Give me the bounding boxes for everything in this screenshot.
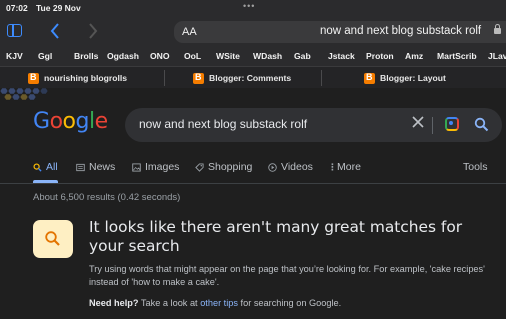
- address-url-text[interactable]: now and next blog substack rolf: [320, 25, 481, 37]
- google-logo-letter: o: [62, 109, 76, 134]
- help-pre: Take a look at: [140, 298, 198, 308]
- tools-label: Tools: [463, 161, 488, 173]
- nav-divider: [0, 183, 506, 184]
- tab-more-label: More: [337, 161, 361, 173]
- google-logo[interactable]: Google: [33, 111, 108, 133]
- bookmarks-bar: KJV Ggl Brolls Ogdash ONO OoL WSite WDas…: [0, 46, 506, 66]
- forward-button[interactable]: [88, 23, 98, 43]
- chevron-right-icon: [89, 23, 98, 39]
- bookmark-item[interactable]: Ogdash: [107, 51, 139, 61]
- bookmark-item[interactable]: Ggl: [38, 51, 52, 61]
- search-box[interactable]: now and next blog substack rolf: [125, 108, 502, 142]
- multitasking-dots[interactable]: •••: [243, 1, 255, 11]
- tools-button[interactable]: Tools: [463, 161, 488, 173]
- tab-label: nourishing blogrolls: [44, 73, 128, 83]
- search-icon: [33, 162, 42, 172]
- search-divider: [432, 117, 433, 134]
- results-count: About 6,500 results (0.42 seconds): [33, 192, 181, 203]
- search-icon[interactable]: [474, 117, 489, 132]
- tab-news-label: News: [89, 161, 116, 173]
- tab-nourishing-blogrolls[interactable]: nourishing blogrolls: [28, 67, 127, 89]
- blogger-icon: [193, 72, 204, 84]
- blogger-icon: [28, 72, 39, 84]
- status-time: 07:02: [6, 3, 28, 13]
- bookmark-item[interactable]: KJV: [6, 51, 23, 61]
- bookmark-item[interactable]: MartScrib: [437, 51, 477, 61]
- tab-divider: [321, 70, 322, 86]
- bookmark-item[interactable]: JLav: [488, 51, 506, 61]
- search-input[interactable]: now and next blog substack rolf: [139, 117, 307, 131]
- more-vertical-icon: ⋮: [328, 161, 337, 172]
- google-logo-letter: G: [33, 109, 50, 134]
- status-bar: 07:02 Tue 29 Nov •••: [0, 0, 506, 16]
- tab-label: Blogger: Comments: [209, 73, 292, 83]
- tab-more[interactable]: ⋮ More: [328, 161, 361, 173]
- notice-search-icon: [33, 220, 73, 258]
- bookmark-item[interactable]: Proton: [366, 51, 394, 61]
- bookmark-item[interactable]: Jstack: [328, 51, 355, 61]
- tab-bar: nourishing blogrolls Blogger: Comments B…: [0, 66, 506, 88]
- help-text: Need help? Take a look at other tips for…: [89, 298, 341, 308]
- tab-blogger-layout[interactable]: Blogger: Layout: [364, 67, 446, 89]
- address-bar[interactable]: AA now and next blog substack rolf: [174, 21, 506, 43]
- other-tips-link[interactable]: other tips: [200, 298, 238, 308]
- search-icon: [45, 231, 60, 246]
- tab-all[interactable]: All: [33, 161, 58, 173]
- google-logo-letter: o: [49, 109, 63, 134]
- bookmark-item[interactable]: WSite: [216, 51, 240, 61]
- google-results-page: Google now and next blog substack rolf A…: [0, 88, 506, 319]
- bookmark-item[interactable]: ONO: [150, 51, 170, 61]
- tab-divider: [164, 70, 165, 86]
- reader-button[interactable]: AA: [182, 26, 197, 38]
- tab-news[interactable]: News: [76, 161, 115, 173]
- tab-videos-label: Videos: [281, 161, 313, 173]
- help-label: Need help?: [89, 298, 139, 308]
- bookmark-item[interactable]: Gab: [294, 51, 311, 61]
- tab-all-label: All: [46, 161, 58, 173]
- bookmark-item[interactable]: Amz: [405, 51, 423, 61]
- browser-toolbar: AA now and next blog substack rolf: [0, 16, 506, 46]
- notice-body: Try using words that might appear on the…: [89, 264, 485, 287]
- google-lens-icon[interactable]: [445, 117, 459, 131]
- close-icon: [412, 116, 424, 128]
- tab-shopping[interactable]: Shopping: [195, 161, 252, 173]
- search-type-tabs: All News Images Shopping Videos ⋮ More T…: [0, 158, 506, 184]
- status-date: Tue 29 Nov: [36, 3, 81, 13]
- clear-search-button[interactable]: [412, 114, 424, 132]
- play-icon: [268, 162, 277, 172]
- tab-label: Blogger: Layout: [380, 73, 446, 83]
- image-icon: [132, 162, 141, 172]
- back-button[interactable]: [50, 23, 60, 43]
- bookmark-item[interactable]: WDash: [253, 51, 282, 61]
- tab-shopping-label: Shopping: [208, 161, 253, 173]
- notice-title: It looks like there aren't many great ma…: [89, 218, 463, 255]
- tab-images-label: Images: [145, 161, 180, 173]
- tab-blogger-comments[interactable]: Blogger: Comments: [193, 67, 291, 89]
- blogger-icon: [364, 72, 375, 84]
- google-logo-letter: g: [75, 109, 90, 134]
- help-post: for searching on Google.: [240, 298, 342, 308]
- decorative-hexagons: [0, 88, 49, 101]
- chevron-left-icon: [50, 23, 59, 39]
- tag-icon: [195, 162, 204, 172]
- newspaper-icon: [76, 163, 85, 171]
- tab-videos[interactable]: Videos: [268, 161, 313, 173]
- google-logo-letter: e: [94, 109, 109, 134]
- bookmark-item[interactable]: OoL: [184, 51, 201, 61]
- sidebar-toggle-icon[interactable]: [7, 24, 22, 37]
- tab-images[interactable]: Images: [132, 161, 179, 173]
- lock-icon: [494, 24, 501, 34]
- bookmark-item[interactable]: Brolls: [74, 51, 98, 61]
